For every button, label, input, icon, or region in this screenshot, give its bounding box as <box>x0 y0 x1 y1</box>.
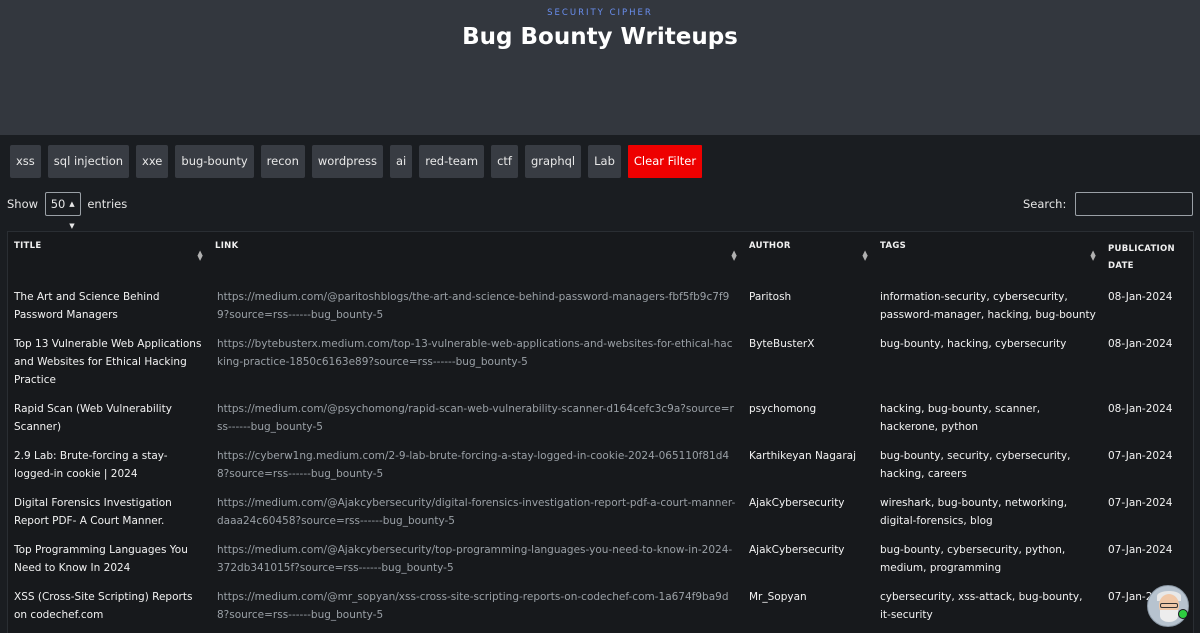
column-header-publication-date[interactable]: PUBLICATION DATE <box>1102 232 1193 284</box>
cell-date: 07-Jan-2024 <box>1108 450 1173 462</box>
avatar-beard <box>1160 610 1178 622</box>
filter-tag-lab[interactable]: Lab <box>588 145 621 178</box>
column-header-author[interactable]: AUTHOR ▲ ▼ <box>743 232 874 284</box>
sort-arrows-icon: ▲ ▼ <box>862 249 868 262</box>
brand-label: SECURITY CIPHER <box>547 8 653 18</box>
cell-link[interactable]: https://medium.com/@Ajakcybersecurity/di… <box>209 490 743 537</box>
cell-link[interactable]: https://medium.com/@psychomong/rapid-sca… <box>209 396 743 443</box>
entries-length-control: Show 50 ▲ ▼ entries <box>7 192 128 230</box>
filter-tag-xxe[interactable]: xxe <box>136 145 169 178</box>
cell-title[interactable]: Digital Forensics Investigation Report P… <box>8 490 209 537</box>
filter-tag-ai[interactable]: ai <box>389 145 413 178</box>
cell-tags: wireshark, bug-bounty, networking, digit… <box>880 497 1068 527</box>
cell-date: 08-Jan-2024 <box>1108 291 1173 303</box>
cell-tags: bug-bounty, security, cybersecurity, hac… <box>880 450 1071 480</box>
table-row: 2.9 Lab: Brute-forcing a stay-logged-in … <box>8 443 1193 490</box>
cell-tags: hacking, bug-bounty, scanner, hackerone,… <box>880 403 1041 433</box>
cell-title[interactable]: Top Programming Languages You Need to Kn… <box>8 537 209 584</box>
page-title: Bug Bounty Writeups <box>462 24 738 50</box>
cell-link[interactable]: https://bytebusterx.medium.com/top-13-vu… <box>209 331 743 396</box>
sort-arrows-icon: ▲ ▼ <box>197 249 203 262</box>
filter-tag-graphql[interactable]: graphql <box>524 145 582 178</box>
column-header-label: TAGS <box>880 241 907 251</box>
online-status-icon <box>1178 609 1188 619</box>
tag-filter-bar: xss sql injection xxe bug-bounty recon w… <box>10 145 703 178</box>
filter-tag-recon[interactable]: recon <box>260 145 305 178</box>
entries-select-value: 50 <box>50 197 66 211</box>
table-row: Top Programming Languages You Need to Kn… <box>8 537 1193 584</box>
cell-link[interactable]: https://medium.com/@paritoshblogs/the-ar… <box>209 284 743 331</box>
entries-select[interactable]: 50 ▲ ▼ <box>44 192 81 230</box>
column-header-label: LINK <box>215 241 239 251</box>
clear-filter-button[interactable]: Clear Filter <box>627 145 703 178</box>
table-row: The Art and Science Behind Password Mana… <box>8 284 1193 331</box>
column-header-label: AUTHOR <box>749 241 791 251</box>
table-header-row: TITLE ▲ ▼ LINK ▲ ▼ AUTHOR ▲ ▼ TAGS ▲ ▼ PUBLICATI… <box>8 232 1193 284</box>
cell-date: 07-Jan-2024 <box>1108 544 1173 556</box>
entries-label: entries <box>87 197 128 211</box>
cell-author: AjakCybersecurity <box>749 544 845 556</box>
filter-tag-sql-injection[interactable]: sql injection <box>47 145 130 178</box>
cell-tags: bug-bounty, cybersecurity, python, mediu… <box>880 544 1066 574</box>
cell-tags: information-security, cybersecurity, pas… <box>880 291 1096 321</box>
table-row: Top 13 Vulnerable Web Applications and W… <box>8 331 1193 396</box>
filter-tag-wordpress[interactable]: wordpress <box>311 145 383 178</box>
writeups-table: TITLE ▲ ▼ LINK ▲ ▼ AUTHOR ▲ ▼ TAGS ▲ ▼ PUBLICATI… <box>7 231 1194 633</box>
cell-author: Paritosh <box>749 291 792 303</box>
column-header-label: PUBLICATION DATE <box>1108 244 1175 271</box>
cell-link[interactable]: https://medium.com/@mr_sopyan/xss-cross-… <box>209 584 743 631</box>
table-row: Digital Forensics Investigation Report P… <box>8 490 1193 537</box>
column-header-tags[interactable]: TAGS ▲ ▼ <box>874 232 1102 284</box>
sort-arrows-icon: ▲ ▼ <box>1090 249 1096 262</box>
cell-author: ByteBusterX <box>749 338 815 350</box>
table-row: XSS (Cross-Site Scripting) Reports on co… <box>8 584 1193 631</box>
sort-arrows-icon: ▲ ▼ <box>731 249 737 262</box>
cell-author: psychomong <box>749 403 817 415</box>
cell-title[interactable]: XSS (Cross-Site Scripting) Reports on co… <box>8 584 209 631</box>
filter-tag-xss[interactable]: xss <box>10 145 41 178</box>
cell-title[interactable]: Rapid Scan (Web Vulnerability Scanner) <box>8 396 209 443</box>
cell-date: 08-Jan-2024 <box>1108 403 1173 415</box>
table-row: Rapid Scan (Web Vulnerability Scanner) h… <box>8 396 1193 443</box>
cell-date: 07-Jan-2024 <box>1108 497 1173 509</box>
cell-link[interactable]: https://medium.com/@Ajakcybersecurity/to… <box>209 537 743 584</box>
cell-author: Mr_Sopyan <box>749 591 807 603</box>
column-header-label: TITLE <box>14 241 42 251</box>
cell-tags: cybersecurity, xss-attack, bug-bounty, i… <box>880 591 1083 621</box>
table-controls: Show 50 ▲ ▼ entries Search: <box>7 192 1193 230</box>
support-avatar-icon[interactable] <box>1147 585 1189 627</box>
cell-title[interactable]: The Art and Science Behind Password Mana… <box>8 284 209 331</box>
cell-title[interactable]: 2.9 Lab: Brute-forcing a stay-logged-in … <box>8 443 209 490</box>
filter-tag-bug-bounty[interactable]: bug-bounty <box>175 145 254 178</box>
column-header-title[interactable]: TITLE ▲ ▼ <box>8 232 209 284</box>
page-header: SECURITY CIPHER Bug Bounty Writeups <box>0 0 1200 135</box>
cell-tags: bug-bounty, hacking, cybersecurity <box>880 338 1067 350</box>
cell-link[interactable]: https://cyberw1ng.medium.com/2-9-lab-bru… <box>209 443 743 490</box>
cell-author: Karthikeyan Nagaraj <box>749 450 857 462</box>
avatar-glasses <box>1160 603 1178 608</box>
filter-tag-red-team[interactable]: red-team <box>419 145 485 178</box>
cell-author: AjakCybersecurity <box>749 497 845 509</box>
show-label: Show <box>7 197 39 211</box>
cell-title[interactable]: Top 13 Vulnerable Web Applications and W… <box>8 331 209 396</box>
search-input[interactable] <box>1075 192 1193 216</box>
search-label: Search: <box>1022 197 1067 211</box>
filter-tag-ctf[interactable]: ctf <box>491 145 518 178</box>
column-header-link[interactable]: LINK ▲ ▼ <box>209 232 743 284</box>
search-control: Search: <box>1023 192 1193 216</box>
cell-date: 08-Jan-2024 <box>1108 338 1173 350</box>
